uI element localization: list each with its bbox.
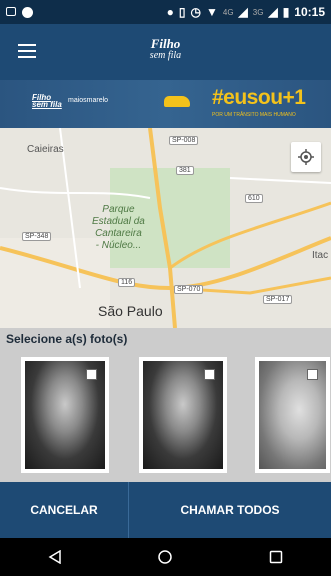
- home-icon[interactable]: [158, 550, 173, 564]
- banner-tagline: POR UM TRÂNSITO MAIS HUMANO: [212, 112, 296, 118]
- child-photo-image: [143, 361, 223, 469]
- map-view[interactable]: Caieiras Parque Estadual da Cantareira -…: [0, 128, 331, 328]
- campaign-banner[interactable]: Filho sem fila maiosmarelo #eusou+1 POR …: [0, 80, 331, 128]
- signal-icon: ◢: [268, 5, 278, 19]
- car-icon: [164, 96, 190, 107]
- photo-selection-panel: Selecione a(s) foto(s): [0, 328, 331, 482]
- road-shield: SP-070: [174, 285, 204, 294]
- battery-icon: ▮: [282, 5, 290, 19]
- app-bar: Filho sem fila: [0, 24, 331, 80]
- child-photo-1[interactable]: [20, 356, 110, 474]
- map-label-caieiras: Caieiras: [27, 144, 64, 155]
- photo-checkbox[interactable]: [307, 369, 318, 380]
- app-logo: Filho sem fila: [0, 36, 331, 62]
- network-4g-label: 4G: [222, 7, 234, 17]
- child-photo-image: [259, 361, 326, 469]
- road-shield: 116: [118, 278, 136, 287]
- call-all-button[interactable]: CHAMAR TODOS: [129, 482, 331, 538]
- system-nav-bar: [0, 538, 331, 576]
- child-photo-image: [25, 361, 105, 469]
- recents-icon[interactable]: [269, 550, 283, 564]
- back-icon[interactable]: [48, 550, 62, 564]
- child-photo-2[interactable]: [138, 356, 228, 474]
- vibrate-icon: ▯: [178, 5, 186, 19]
- crosshair-icon: [298, 149, 314, 165]
- signal-icon: ◢: [238, 5, 248, 19]
- wifi-icon: ▼: [205, 5, 218, 19]
- map-label-park: Parque Estadual da Cantareira - Núcleo..…: [92, 204, 145, 251]
- location-icon: ●: [166, 5, 174, 19]
- road-shield: SP-008: [169, 136, 199, 145]
- notification-icon: [6, 6, 16, 16]
- alarm-icon: ◷: [190, 5, 201, 19]
- status-bar: ● ▯ ◷ ▼ 4G ◢ 3G ◢ ▮ 10:15: [0, 0, 331, 24]
- banner-brand: Filho sem fila: [32, 93, 62, 109]
- banner-hashtag: #eusou+1: [212, 86, 306, 109]
- photo-checkbox[interactable]: [86, 369, 97, 380]
- selection-title: Selecione a(s) foto(s): [6, 332, 128, 346]
- my-location-button[interactable]: [291, 142, 321, 172]
- spotify-icon: [22, 6, 33, 18]
- cancel-button[interactable]: CANCELAR: [0, 482, 129, 538]
- network-3g-label: 3G: [252, 7, 264, 17]
- child-photo-3[interactable]: [254, 356, 331, 474]
- banner-partner: maiosmarelo: [68, 97, 109, 104]
- road-shield: 381: [176, 166, 194, 175]
- map-label-sao-paulo: São Paulo: [98, 303, 163, 319]
- action-bar: CANCELAR CHAMAR TODOS: [0, 482, 331, 538]
- road-shield: SP-348: [22, 232, 52, 241]
- brand-line2: sem fila: [149, 50, 182, 61]
- road-shield: 610: [245, 194, 263, 203]
- photo-checkbox[interactable]: [204, 369, 215, 380]
- road-shield: SP-017: [263, 295, 293, 304]
- brand-line1: Filho: [150, 36, 181, 51]
- map-label-ita: Itac: [312, 250, 329, 261]
- status-time: 10:15: [294, 5, 325, 19]
